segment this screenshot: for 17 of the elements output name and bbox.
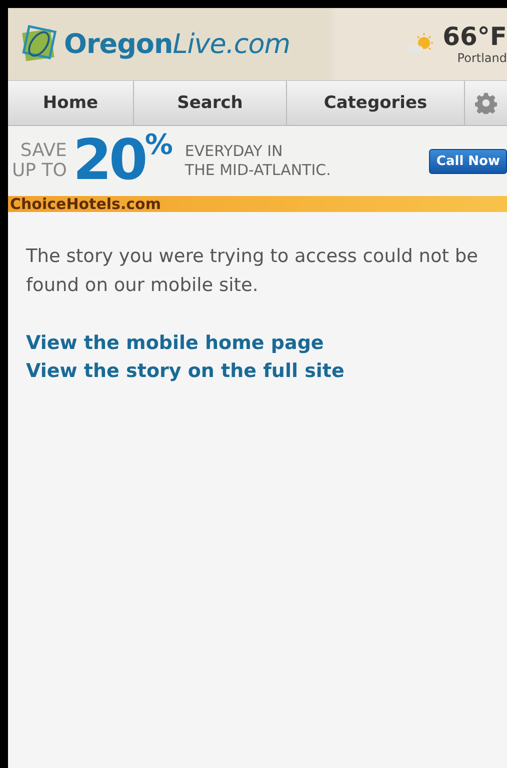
logo-icon bbox=[20, 25, 58, 63]
ad-amount: 20 bbox=[72, 133, 145, 189]
ad-percent: % bbox=[144, 128, 173, 161]
site-logo[interactable]: OregonLive.com bbox=[64, 28, 290, 60]
ad-text: UP TO bbox=[12, 161, 67, 181]
ad-text: EVERYDAY IN bbox=[184, 142, 284, 161]
city-name: Portland bbox=[457, 50, 507, 65]
settings-icon bbox=[475, 92, 497, 114]
call-now-button[interactable]: Call Now bbox=[429, 148, 507, 174]
link[interactable]: View the story on the full site bbox=[26, 357, 344, 385]
partly-sunny-icon bbox=[404, 33, 435, 55]
error-message: The story you were trying to access could not be found on our mobile site. bbox=[26, 245, 480, 298]
link[interactable]: View the mobile home page bbox=[26, 329, 324, 357]
ad-text: SAVE bbox=[20, 141, 67, 161]
ad-text: THE MID-ATLANTIC. bbox=[184, 161, 331, 180]
temperature: 66°F bbox=[442, 23, 507, 51]
sponsor-name: ChoiceHotels.com bbox=[9, 196, 161, 212]
